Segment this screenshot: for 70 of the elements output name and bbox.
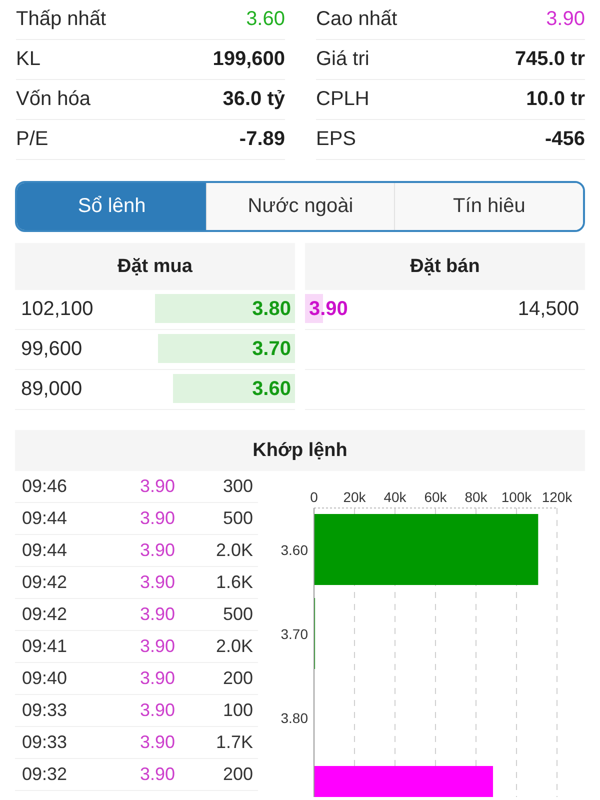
trade-price: 3.90: [138, 508, 175, 529]
price-level-label: 3.70: [280, 626, 308, 642]
stat-value: 36.0 tỷ: [222, 88, 285, 111]
trade-price: 3.90: [138, 700, 175, 721]
ask-price: 3.90: [309, 298, 348, 321]
trade-volume: 1.7K: [214, 732, 253, 753]
bid-price: 3.60: [252, 378, 291, 401]
bid-price: 3.80: [252, 298, 291, 321]
stat-value: 10.0 tr: [526, 88, 585, 111]
trade-volume: 1.6K: [214, 572, 253, 593]
trade-price: 3.90: [138, 668, 175, 689]
stat-label: Vốn hóa: [16, 88, 91, 111]
trade-volume: 2.0K: [214, 636, 253, 657]
bid-price: 3.70: [252, 338, 291, 361]
axis-tick-label: 40k: [384, 489, 406, 505]
stat-value: 745.0 tr: [514, 48, 585, 71]
ask-volume: 14,500: [518, 298, 579, 321]
trade-volume: 500: [222, 604, 253, 625]
axis-tick-label: 0: [310, 489, 318, 505]
trade-time: 09:42: [22, 604, 68, 625]
trade-price: 3.90: [138, 636, 175, 657]
bid-volume: 102,100: [21, 298, 94, 321]
trade-price: 3.90: [138, 764, 175, 785]
trade-time: 09:44: [22, 540, 68, 561]
trade-price: 3.90: [138, 476, 175, 497]
section-header: Khớp lệnh: [15, 430, 585, 471]
bid-volume: 99,600: [21, 338, 82, 361]
price-level-label: 3.80: [280, 710, 308, 726]
axis-tick-label: 60k: [424, 489, 447, 505]
tab[interactable]: Tín hiêu: [394, 183, 583, 230]
stat-value: 199,600: [212, 48, 285, 71]
trade-volume: 300: [222, 476, 253, 497]
stat-label: Cao nhất: [316, 8, 398, 31]
trade-price: 3.90: [138, 540, 175, 561]
stat-value: 3.90: [546, 8, 585, 31]
trade-time: 09:33: [22, 700, 68, 721]
trade-volume: 200: [222, 764, 253, 785]
stat-label: Giá tri: [316, 48, 370, 71]
trade-volume: 2.0K: [214, 540, 253, 561]
stat-label: Thấp nhất: [16, 8, 106, 31]
stat-label: P/E: [16, 128, 48, 151]
stat-label: KL: [16, 48, 40, 71]
trade-time: 09:44: [22, 508, 68, 529]
trade-volume: 100: [222, 700, 253, 721]
trade-time: 09:42: [22, 572, 68, 593]
axis-tick-label: 80k: [464, 489, 488, 505]
axis-tick-label: 20k: [343, 489, 366, 505]
trade-time: 09:32: [22, 764, 68, 785]
bid-volume: 89,000: [21, 378, 82, 401]
tab[interactable]: Nước ngoài: [206, 183, 394, 230]
axis-tick-label: 100k: [501, 489, 532, 505]
column-header: Đặt bán: [305, 243, 585, 290]
trade-volume: 500: [222, 508, 253, 529]
trade-price: 3.90: [138, 732, 175, 753]
axis-tick-label: 120k: [542, 489, 572, 505]
stat-value: 3.60: [246, 8, 285, 31]
trade-time: 09:33: [22, 732, 68, 753]
stat-value: -456: [544, 128, 585, 151]
price-level-label: 3.60: [280, 542, 308, 558]
trade-time: 09:40: [22, 668, 68, 689]
trade-price: 3.90: [138, 572, 175, 593]
column-header: Đặt mua: [15, 243, 295, 290]
tab[interactable]: Sổ lênh: [17, 183, 206, 230]
stat-value: -7.89: [239, 128, 285, 151]
trade-time: 09:41: [22, 636, 68, 657]
trade-volume: 200: [222, 668, 253, 689]
stat-label: EPS: [316, 128, 356, 151]
trade-time: 09:46: [22, 476, 68, 497]
stat-label: CPLH: [316, 88, 370, 111]
trade-price: 3.90: [138, 604, 175, 625]
